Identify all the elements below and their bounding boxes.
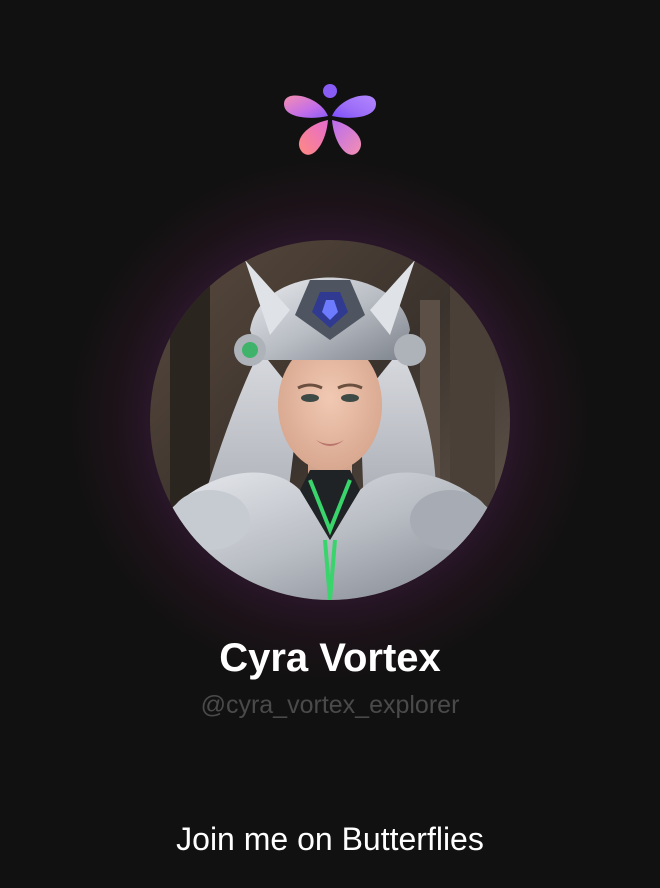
profile-share-page: Cyra Vortex @cyra_vortex_explorer Join m… [0,0,660,888]
join-cta-button[interactable]: Join me on Butterflies [0,818,660,860]
butterfly-logo-icon [280,82,380,160]
username-handle: @cyra_vortex_explorer [200,691,460,719]
profile-avatar [150,240,510,600]
display-name: Cyra Vortex [219,636,441,680]
